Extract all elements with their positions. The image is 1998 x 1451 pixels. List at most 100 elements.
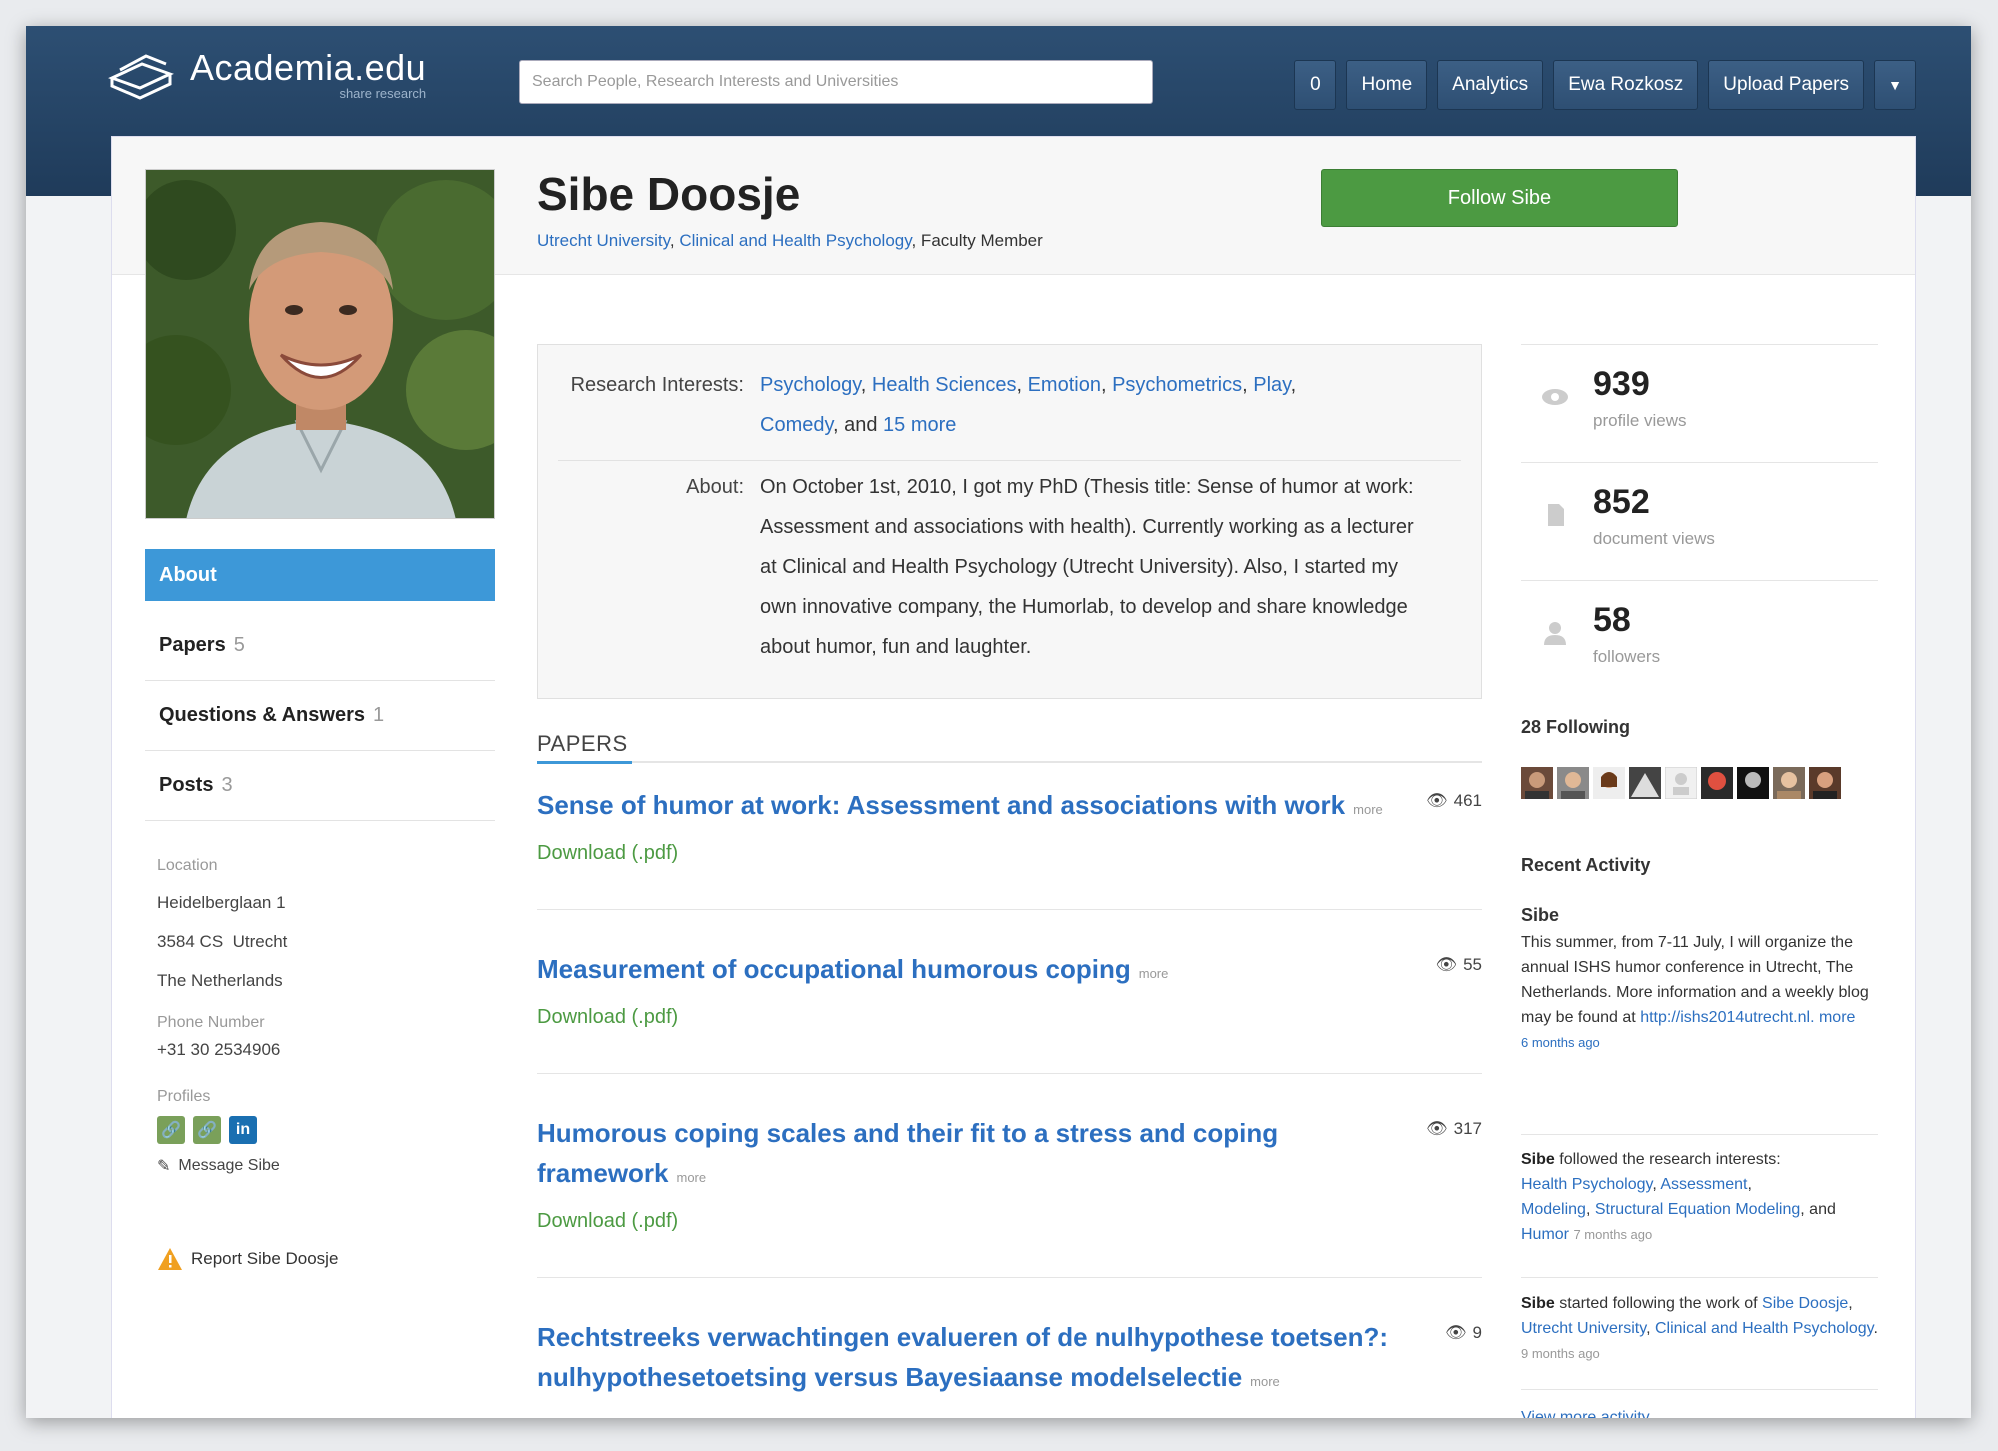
department-link[interactable]: Clinical and Health Psychology bbox=[679, 231, 911, 250]
about-text: On October 1st, 2010, I got my PhD (Thes… bbox=[760, 476, 1414, 658]
activity-link[interactable]: http://ishs2014utrecht.nl. bbox=[1640, 1009, 1814, 1026]
followed-person-link[interactable]: Sibe Doosje bbox=[1762, 1295, 1848, 1312]
location-line-1: Heidelberglaan 1 bbox=[157, 893, 286, 912]
download-pdf-link[interactable]: Download (.pdf) bbox=[537, 842, 1482, 865]
analytics-button[interactable]: Analytics bbox=[1437, 60, 1544, 110]
paper-more-link[interactable]: more bbox=[1353, 802, 1383, 817]
follow-button[interactable]: Follow Sibe bbox=[1321, 169, 1678, 227]
interest-link[interactable]: Humor bbox=[1521, 1226, 1569, 1243]
university-link[interactable]: Utrecht University bbox=[1521, 1320, 1646, 1337]
phone-label: Phone Number bbox=[157, 1014, 265, 1031]
research-interests-label: Research Interests: bbox=[570, 374, 744, 396]
view-more-activity-link[interactable]: View more activity bbox=[1521, 1409, 1650, 1418]
interest-link[interactable]: Psychology bbox=[760, 374, 861, 396]
notification-count-button[interactable]: 0 bbox=[1294, 60, 1337, 110]
paper-more-link[interactable]: more bbox=[677, 1170, 707, 1185]
paper-title: Measurement of occupational humorous cop… bbox=[537, 954, 1131, 984]
activity-more-link[interactable]: more bbox=[1819, 1009, 1855, 1026]
activity-author[interactable]: Sibe bbox=[1521, 903, 1878, 928]
interest-link[interactable]: Comedy bbox=[760, 414, 833, 436]
activity-text: followed the research interests: bbox=[1554, 1151, 1781, 1168]
report-label: Report Sibe Doosje bbox=[191, 1249, 339, 1268]
side-nav-questions-answers[interactable]: Questions & Answers 1 bbox=[145, 681, 495, 751]
interest-link[interactable]: Assessment bbox=[1660, 1176, 1747, 1193]
report-link[interactable]: Report Sibe Doosje bbox=[157, 1247, 338, 1271]
location-line-2: 3584 CS Utrecht bbox=[157, 932, 288, 951]
paper-item: Measurement of occupational humorous cop… bbox=[537, 949, 1482, 1074]
activity-item: Sibe This summer, from 7-11 July, I will… bbox=[1521, 903, 1878, 1055]
affiliation: Utrecht University, Clinical and Health … bbox=[537, 231, 1043, 250]
stat-value: 58 bbox=[1593, 601, 1631, 639]
location-line-3: The Netherlands bbox=[157, 971, 283, 990]
paper-more-link[interactable]: more bbox=[1250, 1374, 1280, 1389]
interest-link[interactable]: Health Sciences bbox=[872, 374, 1017, 396]
dropdown-caret-button[interactable]: ▼ bbox=[1874, 60, 1916, 110]
paper-divider bbox=[537, 909, 1482, 910]
avatar[interactable] bbox=[1557, 767, 1589, 799]
side-nav-posts[interactable]: Posts 3 bbox=[145, 751, 495, 821]
profile-photo[interactable] bbox=[145, 169, 495, 519]
stat-value: 852 bbox=[1593, 483, 1650, 521]
paper-title-link[interactable]: Measurement of occupational humorous cop… bbox=[537, 949, 1407, 994]
papers-heading: PAPERS bbox=[537, 731, 628, 756]
paper-more-link[interactable]: more bbox=[1139, 966, 1169, 981]
avatar[interactable] bbox=[1737, 767, 1769, 799]
eye-icon: 👁 bbox=[1435, 955, 1458, 974]
avatar[interactable] bbox=[1665, 767, 1697, 799]
side-nav-posts-label: Posts bbox=[159, 774, 214, 796]
side-nav-papers-label: Papers bbox=[159, 634, 226, 656]
avatar[interactable] bbox=[1521, 767, 1553, 799]
side-nav-papers[interactable]: Papers 5 bbox=[145, 611, 495, 681]
interest-link[interactable]: Health Psychology bbox=[1521, 1176, 1652, 1193]
side-nav-qa-label: Questions & Answers bbox=[159, 704, 365, 726]
download-pdf-link[interactable]: Download (.pdf) bbox=[537, 1006, 1482, 1029]
avatar[interactable] bbox=[1593, 767, 1625, 799]
interest-link[interactable]: Emotion bbox=[1028, 374, 1101, 396]
download-pdf-link[interactable]: Download (.pdf) bbox=[537, 1210, 1482, 1233]
paper-title-link[interactable]: Humorous coping scales and their fit to … bbox=[537, 1113, 1317, 1198]
following-count[interactable]: 28 Following bbox=[1521, 717, 1630, 738]
interest-link[interactable]: Play bbox=[1253, 374, 1290, 396]
website-link-icon[interactable]: 🔗 bbox=[157, 1116, 185, 1144]
paper-views: 👁 55 bbox=[1435, 955, 1482, 975]
department-link[interactable]: Clinical and Health Psychology bbox=[1655, 1320, 1873, 1337]
search-input[interactable] bbox=[519, 60, 1153, 104]
activity-divider bbox=[1521, 1134, 1878, 1135]
interest-link[interactable]: Psychometrics bbox=[1112, 374, 1242, 396]
interest-link[interactable]: Structural Equation Modeling bbox=[1595, 1201, 1800, 1218]
avatar[interactable] bbox=[1701, 767, 1733, 799]
avatar[interactable] bbox=[1809, 767, 1841, 799]
avatar[interactable] bbox=[1629, 767, 1661, 799]
activity-author[interactable]: Sibe bbox=[1521, 1295, 1555, 1312]
stat-followers: 58 followers bbox=[1521, 580, 1878, 698]
phone-number: +31 30 2534906 bbox=[157, 1040, 281, 1059]
activity-item: Sibe started following the work of Sibe … bbox=[1521, 1295, 1878, 1361]
interests-more-link[interactable]: 15 more bbox=[883, 414, 956, 436]
research-about-box: Research Interests: Psychology, Health S… bbox=[537, 344, 1482, 699]
stat-label: profile views bbox=[1593, 411, 1687, 430]
stat-label: document views bbox=[1593, 529, 1715, 548]
university-link[interactable]: Utrecht University bbox=[537, 231, 670, 250]
paper-views: 👁 461 bbox=[1426, 791, 1482, 811]
activity-timestamp[interactable]: 6 months ago bbox=[1521, 1035, 1600, 1050]
avatar[interactable] bbox=[1773, 767, 1805, 799]
profile-links: 🔗 🔗 in bbox=[157, 1116, 487, 1144]
side-nav-about[interactable]: About bbox=[145, 549, 495, 601]
interest-link[interactable]: Modeling bbox=[1521, 1201, 1586, 1218]
paper-title: Sense of humor at work: Assessment and a… bbox=[537, 790, 1346, 820]
activity-author[interactable]: Sibe bbox=[1521, 1151, 1555, 1168]
brand-logo[interactable]: Academia.edu share research bbox=[106, 48, 426, 104]
website-link-icon-2[interactable]: 🔗 bbox=[193, 1116, 221, 1144]
home-button[interactable]: Home bbox=[1346, 60, 1428, 110]
stat-document-views: 852 document views bbox=[1521, 462, 1878, 580]
edit-pencil-icon: ✎ bbox=[157, 1158, 171, 1175]
user-profile-button[interactable]: Ewa Rozkosz bbox=[1553, 60, 1699, 110]
message-link[interactable]: ✎ Message Sibe bbox=[157, 1156, 487, 1176]
paper-title-link[interactable]: Sense of humor at work: Assessment and a… bbox=[537, 785, 1407, 830]
paper-title-link[interactable]: Rechtstreeks verwachtingen evalueren of … bbox=[537, 1317, 1417, 1402]
linkedin-icon[interactable]: in bbox=[229, 1116, 257, 1144]
upload-papers-button[interactable]: Upload Papers bbox=[1708, 60, 1864, 110]
profile-stats: 939 profile views 852 document views 58 … bbox=[1521, 344, 1878, 698]
paper-divider bbox=[537, 1073, 1482, 1074]
brand-tagline: share research bbox=[339, 86, 427, 101]
